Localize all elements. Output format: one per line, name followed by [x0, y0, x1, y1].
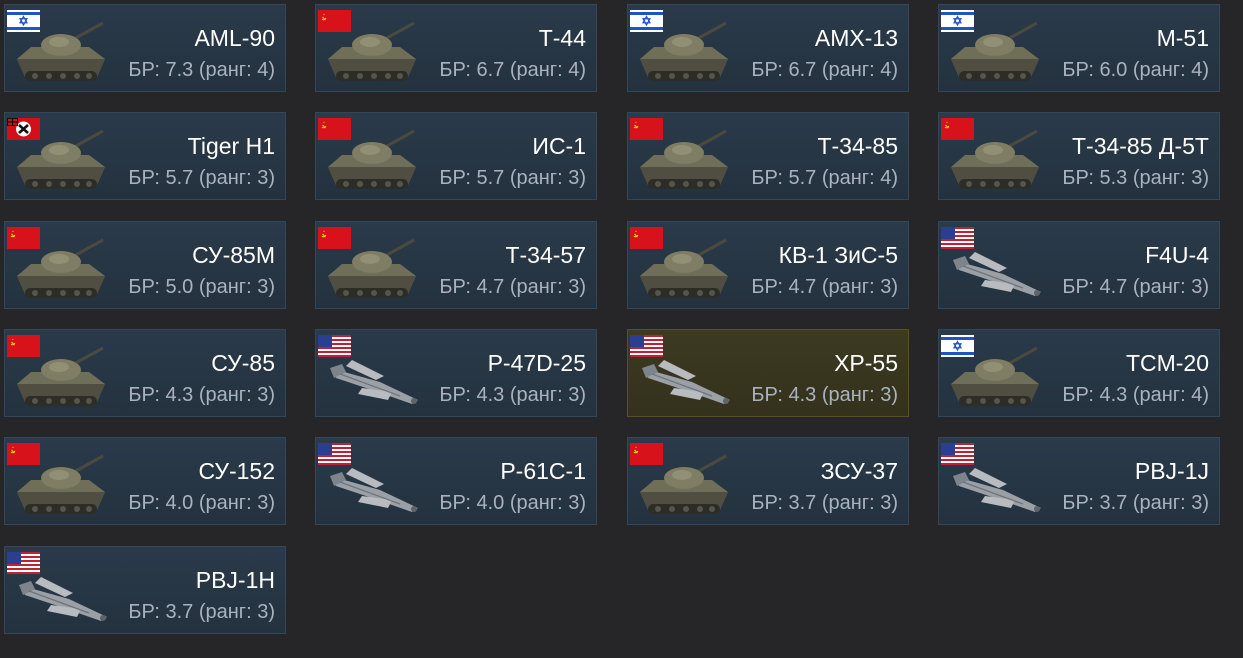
vehicle-card[interactable]: AMX-13 БР: 6.7 (ранг: 4)	[627, 4, 909, 92]
vehicle-battle-rating: БР: 5.0 (ранг: 3)	[128, 276, 275, 298]
vehicle-grid: AML-90 БР: 7.3 (ранг: 4) Т-44 БР: 6.7 (ранг…	[0, 0, 1243, 658]
vehicle-card[interactable]: ЗСУ-37 БР: 3.7 (ранг: 3)	[627, 437, 909, 525]
usa-flag-icon	[630, 335, 663, 357]
usa-flag-icon	[7, 552, 40, 574]
vehicle-name: P-47D-25	[487, 350, 586, 376]
vehicle-name: AMX-13	[814, 25, 898, 51]
vehicle-name: СУ-85М	[192, 242, 275, 268]
vehicle-card[interactable]: TCM-20 БР: 4.3 (ранг: 4)	[938, 329, 1220, 417]
vehicle-card[interactable]: СУ-85 БР: 4.3 (ранг: 3)	[4, 329, 286, 417]
vehicle-card[interactable]: M-51 БР: 6.0 (ранг: 4)	[938, 4, 1220, 92]
vehicle-name: КВ-1 ЗиС-5	[778, 242, 898, 268]
vehicle-battle-rating: БР: 5.3 (ранг: 3)	[1062, 167, 1209, 189]
vehicle-battle-rating: БР: 3.7 (ранг: 3)	[1062, 492, 1209, 514]
vehicle-name: СУ-152	[198, 458, 276, 484]
israel-flag-icon	[941, 10, 974, 32]
vehicle-name: PBJ-1J	[1134, 458, 1209, 484]
vehicle-battle-rating: БР: 4.7 (ранг: 3)	[751, 276, 898, 298]
vehicle-name: AML-90	[194, 25, 275, 51]
germany-flag-icon	[7, 118, 40, 140]
vehicle-name: PBJ-1H	[195, 567, 275, 593]
vehicle-battle-rating: БР: 6.7 (ранг: 4)	[751, 59, 898, 81]
ussr-flag-icon	[630, 118, 663, 140]
vehicle-card[interactable]: Т-34-57 БР: 4.7 (ранг: 3)	[315, 221, 597, 309]
vehicle-name: Т-44	[538, 25, 586, 51]
vehicle-card[interactable]: AML-90 БР: 7.3 (ранг: 4)	[4, 4, 286, 92]
vehicle-name: ИС-1	[532, 133, 586, 159]
vehicle-card[interactable]: КВ-1 ЗиС-5 БР: 4.7 (ранг: 3)	[627, 221, 909, 309]
vehicle-battle-rating: БР: 6.7 (ранг: 4)	[439, 59, 586, 81]
vehicle-card[interactable]: Т-34-85 Д-5Т БР: 5.3 (ранг: 3)	[938, 112, 1220, 200]
vehicle-card[interactable]: СУ-152 БР: 4.0 (ранг: 3)	[4, 437, 286, 525]
vehicle-card[interactable]: F4U-4 БР: 4.7 (ранг: 3)	[938, 221, 1220, 309]
vehicle-card[interactable]: Tiger H1 БР: 5.7 (ранг: 3)	[4, 112, 286, 200]
vehicle-battle-rating: БР: 5.7 (ранг: 3)	[439, 167, 586, 189]
vehicle-battle-rating: БР: 4.3 (ранг: 3)	[439, 384, 586, 406]
vehicle-card[interactable]: СУ-85М БР: 5.0 (ранг: 3)	[4, 221, 286, 309]
vehicle-battle-rating: БР: 6.0 (ранг: 4)	[1062, 59, 1209, 81]
vehicle-battle-rating: БР: 4.0 (ранг: 3)	[128, 492, 275, 514]
ussr-flag-icon	[630, 443, 663, 465]
vehicle-name: Tiger H1	[187, 133, 275, 159]
vehicle-battle-rating: БР: 3.7 (ранг: 3)	[128, 601, 275, 623]
vehicle-battle-rating: БР: 5.7 (ранг: 4)	[751, 167, 898, 189]
ussr-flag-icon	[318, 10, 351, 32]
vehicle-name: P-61C-1	[500, 458, 586, 484]
vehicle-card[interactable]: P-61C-1 БР: 4.0 (ранг: 3)	[315, 437, 597, 525]
vehicle-battle-rating: БР: 4.3 (ранг: 3)	[751, 384, 898, 406]
vehicle-name: M-51	[1156, 25, 1209, 51]
ussr-flag-icon	[7, 227, 40, 249]
ussr-flag-icon	[318, 118, 351, 140]
vehicle-card[interactable]: PBJ-1J БР: 3.7 (ранг: 3)	[938, 437, 1220, 525]
vehicle-card[interactable]: Т-44 БР: 6.7 (ранг: 4)	[315, 4, 597, 92]
israel-flag-icon	[941, 335, 974, 357]
vehicle-card[interactable]: XP-55 БР: 4.3 (ранг: 3)	[627, 329, 909, 417]
israel-flag-icon	[630, 10, 663, 32]
ussr-flag-icon	[7, 335, 40, 357]
vehicle-battle-rating: БР: 4.3 (ранг: 4)	[1062, 384, 1209, 406]
ussr-flag-icon	[630, 227, 663, 249]
ussr-flag-icon	[7, 443, 40, 465]
vehicle-card[interactable]: Т-34-85 БР: 5.7 (ранг: 4)	[627, 112, 909, 200]
vehicle-battle-rating: БР: 4.3 (ранг: 3)	[128, 384, 275, 406]
vehicle-battle-rating: БР: 4.0 (ранг: 3)	[439, 492, 586, 514]
vehicle-name: СУ-85	[211, 350, 275, 376]
ussr-flag-icon	[941, 118, 974, 140]
vehicle-name: XP-55	[834, 350, 898, 376]
vehicle-battle-rating: БР: 5.7 (ранг: 3)	[128, 167, 275, 189]
usa-flag-icon	[318, 335, 351, 357]
vehicle-card[interactable]: ИС-1 БР: 5.7 (ранг: 3)	[315, 112, 597, 200]
ussr-flag-icon	[318, 227, 351, 249]
vehicle-name: Т-34-85	[817, 133, 898, 159]
vehicle-card[interactable]: P-47D-25 БР: 4.3 (ранг: 3)	[315, 329, 597, 417]
vehicle-name: Т-34-85 Д-5Т	[1071, 133, 1209, 159]
vehicle-name: Т-34-57	[505, 242, 586, 268]
vehicle-battle-rating: БР: 4.7 (ранг: 3)	[1062, 276, 1209, 298]
israel-flag-icon	[7, 10, 40, 32]
usa-flag-icon	[941, 227, 974, 249]
vehicle-card[interactable]: PBJ-1H БР: 3.7 (ранг: 3)	[4, 546, 286, 634]
usa-flag-icon	[941, 443, 974, 465]
vehicle-name: F4U-4	[1145, 242, 1209, 268]
vehicle-name: TCM-20	[1125, 350, 1209, 376]
vehicle-name: ЗСУ-37	[820, 458, 898, 484]
vehicle-battle-rating: БР: 4.7 (ранг: 3)	[439, 276, 586, 298]
vehicle-battle-rating: БР: 3.7 (ранг: 3)	[751, 492, 898, 514]
usa-flag-icon	[318, 443, 351, 465]
vehicle-battle-rating: БР: 7.3 (ранг: 4)	[128, 59, 275, 81]
